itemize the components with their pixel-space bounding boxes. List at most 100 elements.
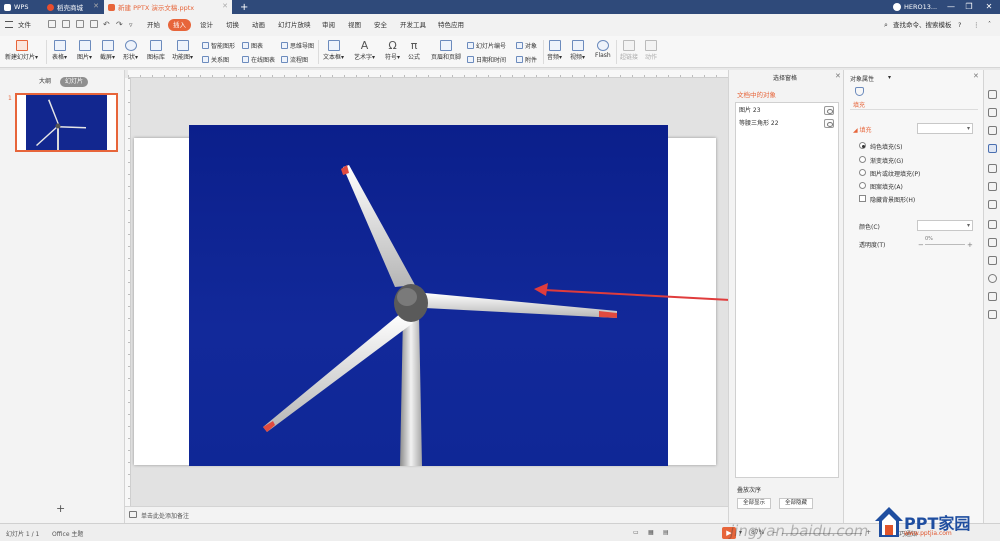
- tab-transition[interactable]: 切换: [226, 19, 239, 31]
- picture-fill-radio[interactable]: [859, 169, 866, 176]
- tab-fill[interactable]: 填充: [853, 100, 865, 109]
- close-icon[interactable]: ✕: [93, 2, 99, 10]
- symbol-button[interactable]: Ω 符号▾: [385, 40, 400, 62]
- download-icon[interactable]: [988, 274, 997, 283]
- hyperlink-button[interactable]: 超链接: [620, 40, 638, 61]
- tab-features[interactable]: 特色应用: [438, 19, 464, 31]
- fill-preset-dropdown[interactable]: [917, 123, 973, 134]
- formula-button[interactable]: π 公式: [408, 40, 420, 62]
- avatar[interactable]: [893, 3, 901, 11]
- hide-all-button[interactable]: 全部隐藏: [779, 498, 813, 509]
- preview-icon[interactable]: [90, 20, 98, 28]
- tab-view[interactable]: 视图: [348, 19, 361, 31]
- flash-button[interactable]: Flash: [595, 40, 611, 59]
- image-icon[interactable]: [988, 238, 997, 247]
- animation-icon[interactable]: [988, 164, 997, 173]
- redo-icon[interactable]: ↷: [116, 19, 123, 31]
- tab-insert[interactable]: 插入: [168, 19, 191, 31]
- tab-slideshow[interactable]: 幻灯片放映: [278, 19, 311, 31]
- eye-icon[interactable]: [824, 119, 834, 128]
- list-item[interactable]: 等腰三角形 22: [739, 119, 835, 129]
- notes-bar[interactable]: 单击此处添加备注: [125, 506, 728, 523]
- hide-background-checkbox[interactable]: [859, 195, 866, 202]
- audio-button[interactable]: 音频▾: [547, 40, 562, 61]
- collapse-ribbon-icon[interactable]: ˄: [988, 19, 991, 31]
- header-footer-button[interactable]: 页眉和页脚: [431, 40, 461, 61]
- customize-icon[interactable]: ▿: [129, 19, 133, 31]
- normal-view-icon[interactable]: ▭: [633, 529, 639, 536]
- online-chart-button[interactable]: 在线图表: [242, 55, 275, 64]
- fill-bucket-icon[interactable]: [855, 87, 864, 96]
- tab-document[interactable]: 新建 PPTX 演示文稿.pptx ✕: [104, 0, 232, 14]
- date-time-button[interactable]: 日期和时间: [467, 55, 506, 64]
- select-icon[interactable]: [988, 90, 997, 99]
- tab-security[interactable]: 安全: [374, 19, 387, 31]
- picture-button[interactable]: 图片▾: [77, 40, 92, 61]
- flowchart-button[interactable]: 流程图: [281, 55, 308, 64]
- share-icon[interactable]: [988, 220, 997, 229]
- tab-developer[interactable]: 开发工具: [400, 19, 426, 31]
- action-button[interactable]: 动作: [645, 40, 657, 61]
- tab-outline[interactable]: 大纲: [35, 77, 55, 87]
- layers-icon[interactable]: [988, 256, 997, 265]
- template-icon[interactable]: [988, 200, 997, 209]
- table-button[interactable]: 表格▾: [52, 40, 67, 61]
- minimize-button[interactable]: —: [944, 0, 958, 14]
- video-button[interactable]: 视频▾: [570, 40, 585, 61]
- show-all-button[interactable]: 全部显示: [737, 498, 771, 509]
- tab-slides[interactable]: 幻灯片: [60, 77, 88, 87]
- eye-icon[interactable]: [824, 106, 834, 115]
- list-item[interactable]: 图片 23: [739, 106, 835, 116]
- gradient-fill-radio[interactable]: [859, 156, 866, 163]
- folder-icon[interactable]: [62, 20, 70, 28]
- transparency-slider[interactable]: [925, 244, 965, 245]
- style-icon[interactable]: [988, 108, 997, 117]
- gear-icon[interactable]: [988, 292, 997, 301]
- more-button[interactable]: ⋮: [973, 19, 980, 31]
- color-dropdown[interactable]: [917, 220, 973, 231]
- help-icon[interactable]: [988, 310, 997, 319]
- decrease-button[interactable]: −: [918, 241, 924, 249]
- new-tab-button[interactable]: +: [236, 0, 250, 14]
- increase-button[interactable]: +: [967, 241, 973, 249]
- smart-art-button[interactable]: 智能图形: [202, 41, 235, 50]
- function-chart-button[interactable]: 功能图▾: [172, 40, 193, 61]
- tab-wps[interactable]: WPS: [0, 0, 42, 14]
- add-slide-button[interactable]: +: [56, 502, 65, 515]
- restore-button[interactable]: ❐: [962, 0, 976, 14]
- pattern-fill-radio[interactable]: [859, 182, 866, 189]
- close-icon[interactable]: ✕: [973, 72, 979, 80]
- user-name[interactable]: HERO13...: [904, 3, 937, 11]
- tab-home[interactable]: 开始: [147, 19, 160, 31]
- search-icon[interactable]: ⌕: [884, 19, 888, 31]
- properties-icon[interactable]: [988, 144, 997, 153]
- close-button[interactable]: ✕: [982, 0, 996, 14]
- close-icon[interactable]: ✕: [835, 72, 841, 80]
- tab-design[interactable]: 设计: [200, 19, 213, 31]
- chevron-down-icon[interactable]: ▾: [888, 74, 891, 81]
- word-art-button[interactable]: A 艺术字▾: [354, 40, 375, 62]
- attachment-button[interactable]: 附件: [516, 55, 537, 64]
- shape-button[interactable]: 形状▾: [123, 40, 138, 61]
- command-search[interactable]: 查找命令、搜索模板: [893, 19, 952, 31]
- reading-view-icon[interactable]: ▤: [663, 529, 669, 536]
- save-icon[interactable]: [48, 20, 56, 28]
- textbox-button[interactable]: 文本框▾: [323, 40, 344, 61]
- tab-animation[interactable]: 动画: [252, 19, 265, 31]
- menu-file[interactable]: 文件: [18, 19, 31, 31]
- tab-review[interactable]: 审阅: [322, 19, 335, 31]
- icon-library-button[interactable]: 图标库: [147, 40, 165, 61]
- help-button[interactable]: ?: [958, 19, 961, 31]
- chart-button[interactable]: 图表: [242, 41, 263, 50]
- shape-icon[interactable]: [988, 126, 997, 135]
- tab-docer-store[interactable]: 稻壳商城 ✕: [43, 0, 103, 14]
- hamburger-icon[interactable]: [5, 21, 13, 28]
- slide-thumbnail[interactable]: [15, 93, 118, 152]
- relation-chart-button[interactable]: 关系图: [202, 55, 229, 64]
- new-slide-button[interactable]: 新建幻灯片▾: [5, 40, 38, 61]
- solid-fill-radio[interactable]: [859, 142, 866, 149]
- print-icon[interactable]: [76, 20, 84, 28]
- notes-placeholder[interactable]: 单击此处添加备注: [141, 511, 189, 520]
- sorter-view-icon[interactable]: ▦: [648, 529, 654, 536]
- undo-icon[interactable]: ↶: [103, 19, 110, 31]
